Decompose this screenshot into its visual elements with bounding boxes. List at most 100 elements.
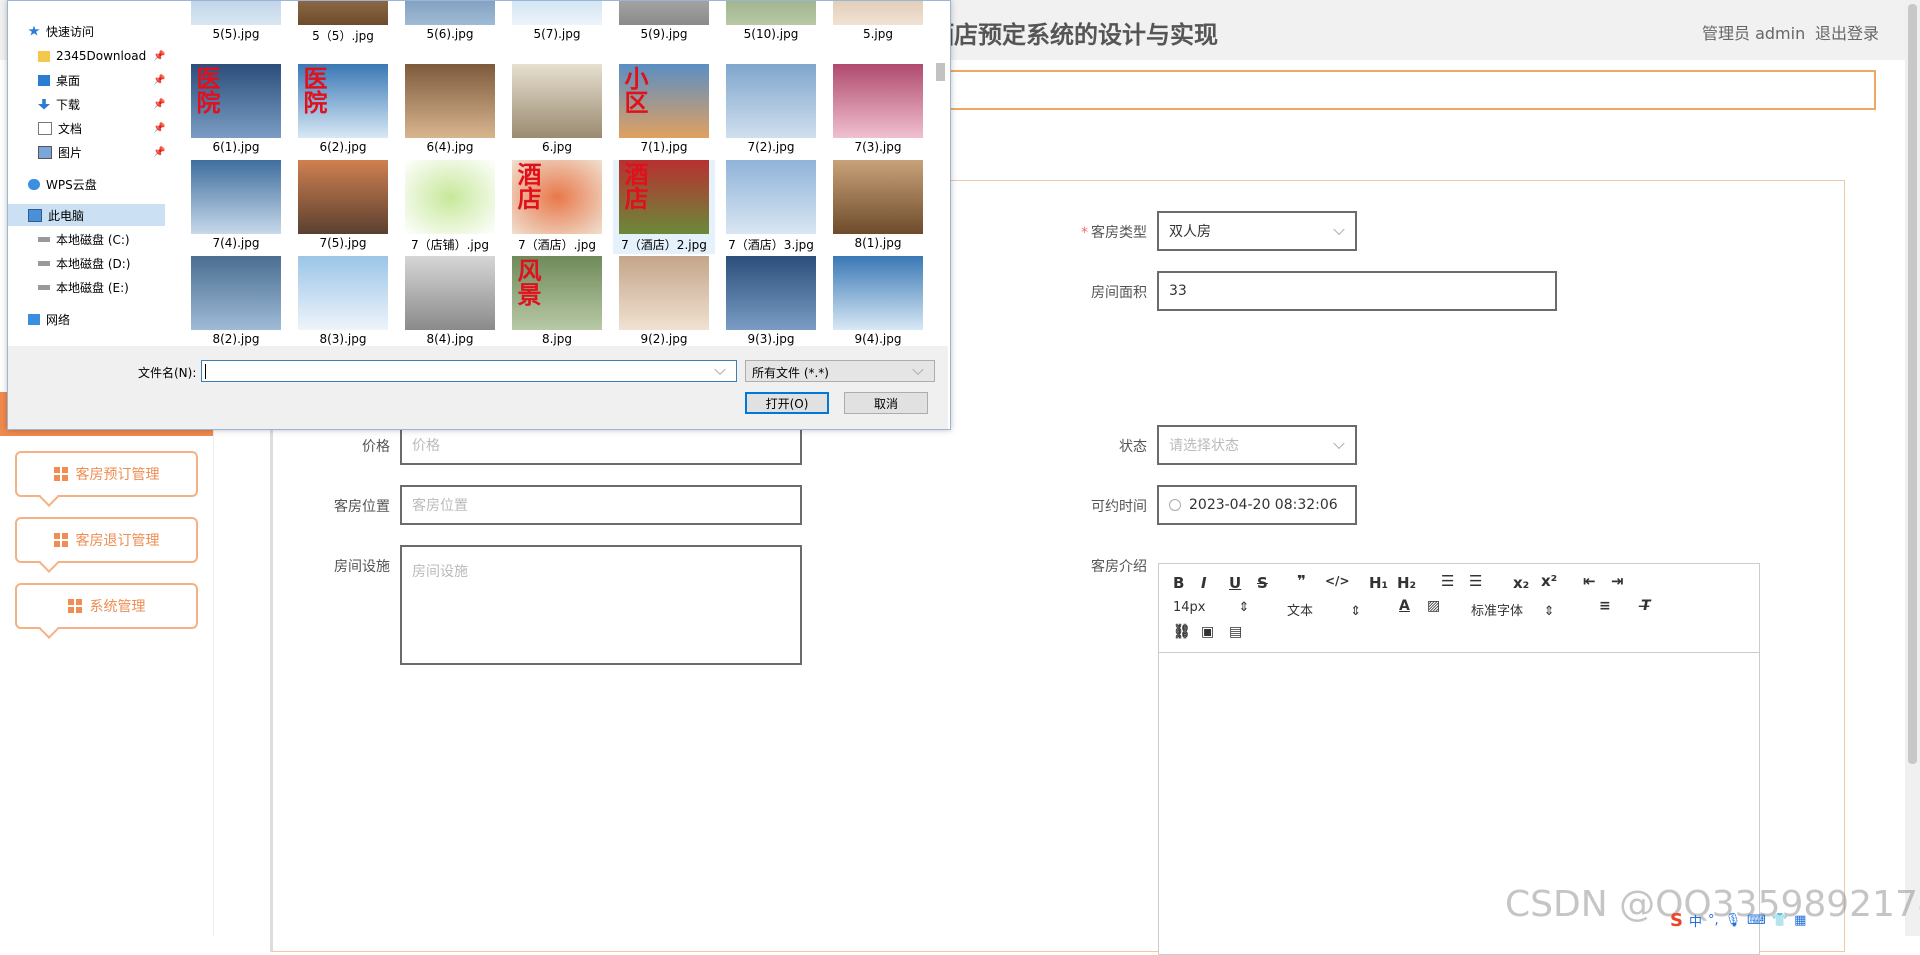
file-tile[interactable]: 7（酒店）3.jpg [720, 160, 822, 254]
subscript-icon[interactable]: x₂ [1513, 574, 1529, 592]
nav-item[interactable]: 2345Download 📌 [8, 45, 165, 67]
file-tile[interactable]: 5(10).jpg [720, 1, 822, 45]
filetype-select[interactable]: 所有文件 (*.*) [745, 360, 935, 382]
bold-icon[interactable]: B [1173, 574, 1184, 592]
filename-input[interactable] [201, 360, 737, 382]
skin-icon[interactable]: 👕 [1772, 913, 1788, 928]
code-icon[interactable]: </> [1325, 574, 1350, 588]
facilities-textarea[interactable]: 房间设施 [400, 545, 802, 665]
video-icon[interactable]: ▤ [1229, 624, 1242, 640]
image-icon[interactable]: ▣ [1201, 624, 1214, 640]
available-time-picker[interactable]: 2023-04-20 08:32:06 [1157, 485, 1357, 525]
font-color-icon[interactable]: A [1399, 598, 1410, 614]
align-icon[interactable]: ≡ [1599, 598, 1611, 614]
file-tile[interactable]: 7(3).jpg [827, 64, 929, 158]
file-grid-scrollbar-thumb[interactable] [936, 63, 945, 81]
file-tile[interactable]: 医院 6(2).jpg [292, 64, 394, 158]
file-tile[interactable]: 酒店 7（酒店）2.jpg [613, 160, 715, 254]
quote-icon[interactable]: ❞ [1297, 572, 1306, 590]
file-tile[interactable]: 5（5）.jpg [292, 1, 394, 45]
file-tile[interactable]: 5.jpg [827, 1, 929, 45]
sidebar-item-room-booking[interactable]: 客房预订管理 [15, 451, 198, 497]
link-icon[interactable]: ⛓ [1173, 624, 1191, 640]
cancel-button[interactable]: 取消 [844, 392, 928, 414]
file-tile[interactable]: 9(3).jpg [720, 256, 822, 346]
file-tile[interactable]: 8(4).jpg [399, 256, 501, 346]
clock-icon [1169, 499, 1181, 511]
file-tile[interactable]: 5(7).jpg [506, 1, 608, 45]
indent-icon[interactable]: ⇥ [1611, 572, 1624, 590]
nav-item[interactable]: 本地磁盘 (E:) [8, 276, 129, 298]
toolbox-icon[interactable]: ▦ [1794, 913, 1806, 928]
underline-icon[interactable]: U [1229, 574, 1241, 592]
file-tile[interactable]: 7(5).jpg [292, 160, 394, 254]
nav-item[interactable]: 本地磁盘 (D:) [8, 252, 130, 274]
heading2-icon[interactable]: H₂ [1397, 574, 1416, 592]
nav-item[interactable]: 此电脑 [8, 204, 165, 226]
status-select[interactable]: 请选择状态 [1157, 425, 1357, 465]
heading1-icon[interactable]: H₁ [1369, 574, 1388, 592]
text-type-select[interactable]: 文本 ⇕ [1287, 600, 1361, 619]
file-tile[interactable]: 5(9).jpg [613, 1, 715, 45]
ime-punct-icon[interactable]: °, [1708, 913, 1719, 928]
chevron-down-icon[interactable] [714, 363, 726, 376]
ime-chinese-icon[interactable]: 中 [1689, 911, 1702, 930]
file-tile[interactable]: 7（店铺）.jpg [399, 160, 501, 254]
file-thumbnail [298, 256, 388, 330]
nav-item[interactable]: 网络 [8, 308, 70, 330]
room-location-input[interactable]: 客房位置 [400, 485, 802, 525]
font-family-select[interactable]: 标准字体 ⇕ [1471, 600, 1555, 619]
file-tile[interactable]: 医院 6(1).jpg [185, 64, 287, 158]
file-tile[interactable]: 7(2).jpg [720, 64, 822, 158]
sogou-icon[interactable]: S [1670, 910, 1683, 931]
file-grid-scrollbar[interactable] [932, 1, 948, 346]
file-tile[interactable]: 6.jpg [506, 64, 608, 158]
clear-format-icon[interactable]: T̶ [1641, 598, 1651, 614]
ime-toolbar[interactable]: S 中 °, 🎙 ⌨ 👕 ▦ [1670, 908, 1806, 932]
room-type-select[interactable]: 双人房 [1157, 211, 1357, 251]
page-scrollbar[interactable] [1905, 0, 1920, 936]
file-tile[interactable]: 7(4).jpg [185, 160, 287, 254]
file-tile[interactable]: 8(3).jpg [292, 256, 394, 346]
file-tile[interactable]: 9(4).jpg [827, 256, 929, 346]
ordered-list-icon[interactable]: ☰ [1441, 572, 1454, 590]
file-tile[interactable]: 8(2).jpg [185, 256, 287, 346]
bullet-list-icon[interactable]: ☰ [1469, 572, 1482, 590]
room-area-input[interactable]: 33 [1157, 271, 1557, 311]
price-input[interactable]: 价格 [400, 425, 802, 465]
nav-item[interactable]: 图片 📌 [8, 141, 165, 163]
italic-icon[interactable]: I [1201, 574, 1207, 592]
page-scrollbar-thumb[interactable] [1908, 4, 1917, 764]
nav-item[interactable]: 桌面 📌 [8, 69, 165, 91]
sidebar-item-system[interactable]: 系统管理 [15, 583, 198, 629]
file-tile[interactable]: 6(4).jpg [399, 64, 501, 158]
outdent-icon[interactable]: ⇤ [1583, 572, 1596, 590]
font-size-select[interactable]: 14px ⇕ [1173, 600, 1249, 615]
file-name: 8(3).jpg [319, 332, 367, 346]
file-thumbnail [405, 256, 495, 330]
file-tile[interactable]: 8(1).jpg [827, 160, 929, 254]
file-tile[interactable]: 小区 7(1).jpg [613, 64, 715, 158]
thumbnail-overlay-text: 小区 [620, 66, 648, 114]
sidebar-item-room-cancel[interactable]: 客房退订管理 [15, 517, 198, 563]
strikethrough-icon[interactable]: S [1257, 574, 1268, 592]
background-color-icon[interactable]: ▨ [1427, 598, 1440, 614]
nav-item[interactable]: 文档 📌 [8, 117, 165, 139]
logout-link[interactable]: 退出登录 [1815, 20, 1879, 44]
open-button[interactable]: 打开(O) [745, 392, 829, 414]
nav-item[interactable]: 快速访问 [8, 20, 94, 42]
superscript-icon[interactable]: x² [1541, 572, 1557, 590]
file-tile[interactable]: 5(5).jpg [185, 1, 287, 45]
file-tile[interactable]: 酒店 7（酒店）.jpg [506, 160, 608, 254]
nav-item[interactable]: WPS云盘 [8, 173, 97, 195]
file-thumbnail: 酒店 [512, 160, 602, 234]
nav-item-label: 2345Download [56, 49, 147, 63]
file-tile[interactable]: 9(2).jpg [613, 256, 715, 346]
microphone-icon[interactable]: 🎙 [1725, 913, 1742, 928]
nav-item-label: 桌面 [56, 73, 81, 88]
nav-item[interactable]: 本地磁盘 (C:) [8, 228, 130, 250]
file-tile[interactable]: 5(6).jpg [399, 1, 501, 45]
nav-item[interactable]: 下载 📌 [8, 93, 165, 115]
keyboard-icon[interactable]: ⌨ [1747, 913, 1766, 928]
file-tile[interactable]: 风景 8.jpg [506, 256, 608, 346]
